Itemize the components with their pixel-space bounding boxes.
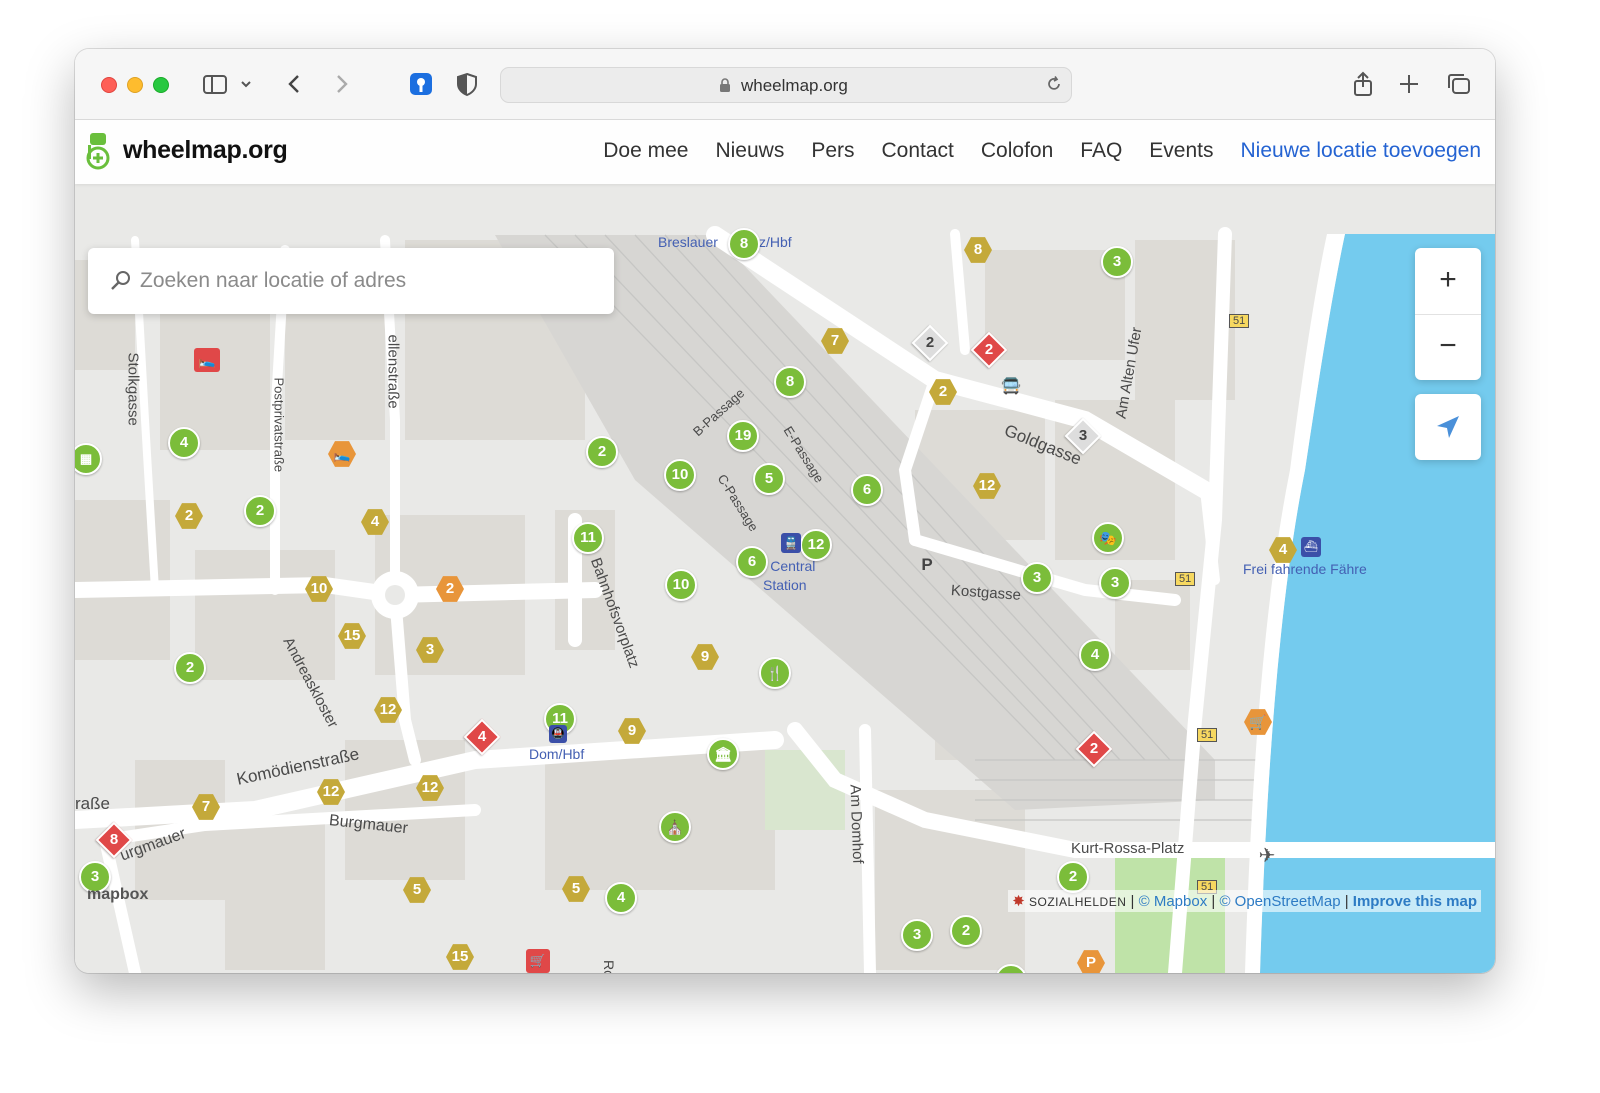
theatre-icon[interactable]: 🎭 [1092, 522, 1124, 554]
place-cluster-marker[interactable]: 2 [1057, 861, 1089, 893]
map-canvas[interactable]: Breslauer z/Hbf Stolkgasse Postprivatstr… [75, 120, 1495, 973]
search-box[interactable] [88, 248, 614, 314]
map-label: raße [75, 794, 110, 813]
route-badge: 51 [1197, 728, 1218, 742]
main-nav: Doe mee Nieuws Pers Contact Colofon FAQ … [603, 139, 1481, 163]
place-cluster-marker[interactable]: 19 [727, 420, 759, 452]
attribution-separator: | [1207, 893, 1220, 910]
minimize-window-button[interactable] [127, 77, 143, 93]
nav-faq[interactable]: FAQ [1080, 139, 1122, 163]
place-cluster-marker[interactable]: 6 [736, 546, 768, 578]
place-cluster-marker[interactable]: 2 [174, 652, 206, 684]
nav-pers[interactable]: Pers [811, 139, 854, 163]
place-cluster-marker[interactable]: 6 [851, 474, 883, 506]
nav-doe-mee[interactable]: Doe mee [603, 139, 688, 163]
place-cluster-marker[interactable]: 11 [572, 522, 604, 554]
bus-stop-icon[interactable]: 🚍 [1000, 376, 1022, 398]
place-cluster-marker[interactable]: 10 [664, 459, 696, 491]
place-cluster-marker[interactable]: 3 [901, 919, 933, 951]
share-icon[interactable] [1349, 71, 1377, 97]
chevron-down-icon[interactable] [237, 71, 255, 97]
place-cluster-marker[interactable]: 2 [244, 495, 276, 527]
train-station-icon[interactable]: 🚆 [781, 533, 801, 553]
hotel-icon[interactable]: 🛌 [194, 348, 220, 372]
place-cluster-marker[interactable]: 4 [605, 882, 637, 914]
place-cluster-marker[interactable]: 2 [950, 915, 982, 947]
place-cluster-marker[interactable]: 4 [168, 427, 200, 459]
reload-icon[interactable] [1045, 75, 1063, 93]
nav-nieuws[interactable]: Nieuws [715, 139, 784, 163]
search-icon [111, 271, 130, 290]
add-location-link[interactable]: Nieuwe locatie toevoegen [1241, 139, 1482, 163]
location-arrow-icon [1437, 416, 1459, 438]
map-label: Roncall [601, 960, 617, 973]
locate-me-button[interactable] [1415, 394, 1481, 460]
search-input[interactable] [138, 262, 592, 300]
route-badge: 51 [1229, 314, 1250, 328]
restaurant-icon[interactable]: 🍴 [759, 657, 791, 689]
route-badge: 51 [1175, 572, 1196, 586]
attribution-separator: | [1126, 893, 1139, 910]
sozialhelden-logo-icon: ✸ [1012, 893, 1025, 910]
map-label: Am Domhof [846, 784, 867, 864]
site-header: wheelmap.org Doe mee Nieuws Pers Contact… [75, 120, 1495, 184]
place-cluster-marker[interactable]: 3 [1101, 246, 1133, 278]
nav-colofon[interactable]: Colofon [981, 139, 1053, 163]
map-label: Breslauer [658, 234, 718, 250]
shield-icon[interactable] [453, 71, 481, 97]
new-tab-icon[interactable] [1395, 71, 1423, 97]
browser-toolbar: wheelmap.org [75, 49, 1495, 120]
nav-contact[interactable]: Contact [882, 139, 954, 163]
poi-label: Dom/Hbf [529, 746, 585, 762]
airport-icon[interactable]: ✈ [1255, 844, 1279, 868]
place-cluster-marker[interactable]: 5 [753, 463, 785, 495]
place-cluster-marker[interactable]: 12 [800, 529, 832, 561]
lock-icon [720, 78, 730, 92]
poi-label: Station [763, 577, 807, 593]
fullscreen-window-button[interactable] [153, 77, 169, 93]
map-label: Kurt-Rossa-Platz [1071, 840, 1185, 857]
mapbox-link[interactable]: © Mapbox [1139, 893, 1208, 910]
place-cluster-marker[interactable]: 10 [665, 569, 697, 601]
map-label: Postprivatstraße [271, 377, 287, 473]
zoom-in-button[interactable]: + [1415, 248, 1481, 315]
map-attribution: ✸ SOZIALHELDEN | © Mapbox | © OpenStreet… [1008, 890, 1481, 912]
forward-button[interactable] [327, 71, 355, 97]
museum-icon[interactable]: 🏛 [707, 738, 739, 770]
map-label: Stolkgasse [124, 352, 142, 426]
ferry-icon[interactable]: ⛴ [1301, 537, 1321, 557]
close-window-button[interactable] [101, 77, 117, 93]
shop-icon[interactable]: 🛒 [526, 949, 550, 973]
sidebar-toggle-icon[interactable] [201, 71, 229, 97]
zoom-out-button[interactable]: − [1415, 314, 1481, 380]
map-label: z/Hbf [759, 234, 792, 250]
back-button[interactable] [281, 71, 309, 97]
place-cluster-marker[interactable]: 4 [1079, 639, 1111, 671]
parking-icon[interactable]: P [916, 554, 938, 576]
poi-label: Frei fahrende Fähre [1243, 561, 1367, 577]
place-cluster-marker[interactable]: 3 [1021, 562, 1053, 594]
sozialhelden-link[interactable]: SOZIALHELDEN [1029, 895, 1126, 909]
address-url: wheelmap.org [741, 76, 848, 95]
zoom-controls: + − [1415, 248, 1481, 380]
place-cluster-marker[interactable]: 8 [774, 366, 806, 398]
attribution-separator: | [1340, 893, 1353, 910]
place-cluster-marker[interactable]: 3 [1099, 567, 1131, 599]
browser-window: wheelmap.org Breslauer z/Hbf Stolkgasse … [75, 49, 1495, 973]
site-logo[interactable]: wheelmap.org [123, 136, 288, 165]
place-cluster-marker[interactable]: 8 [728, 228, 760, 260]
tab-overview-icon[interactable] [1445, 71, 1473, 97]
subway-icon[interactable]: 🚇 [549, 725, 567, 743]
place-cluster-marker[interactable]: 2 [586, 436, 618, 468]
openstreetmap-link[interactable]: © OpenStreetMap [1219, 893, 1340, 910]
map-label: ellenstraße [384, 334, 402, 409]
mapbox-logo[interactable]: mapbox [87, 886, 148, 904]
church-icon[interactable]: ⛪ [659, 811, 691, 843]
improve-map-link[interactable]: Improve this map [1353, 893, 1477, 910]
address-bar[interactable]: wheelmap.org [500, 67, 1072, 103]
wheelchair-logo-icon[interactable] [86, 132, 112, 172]
nav-events[interactable]: Events [1149, 139, 1213, 163]
password-manager-icon[interactable] [407, 71, 435, 97]
